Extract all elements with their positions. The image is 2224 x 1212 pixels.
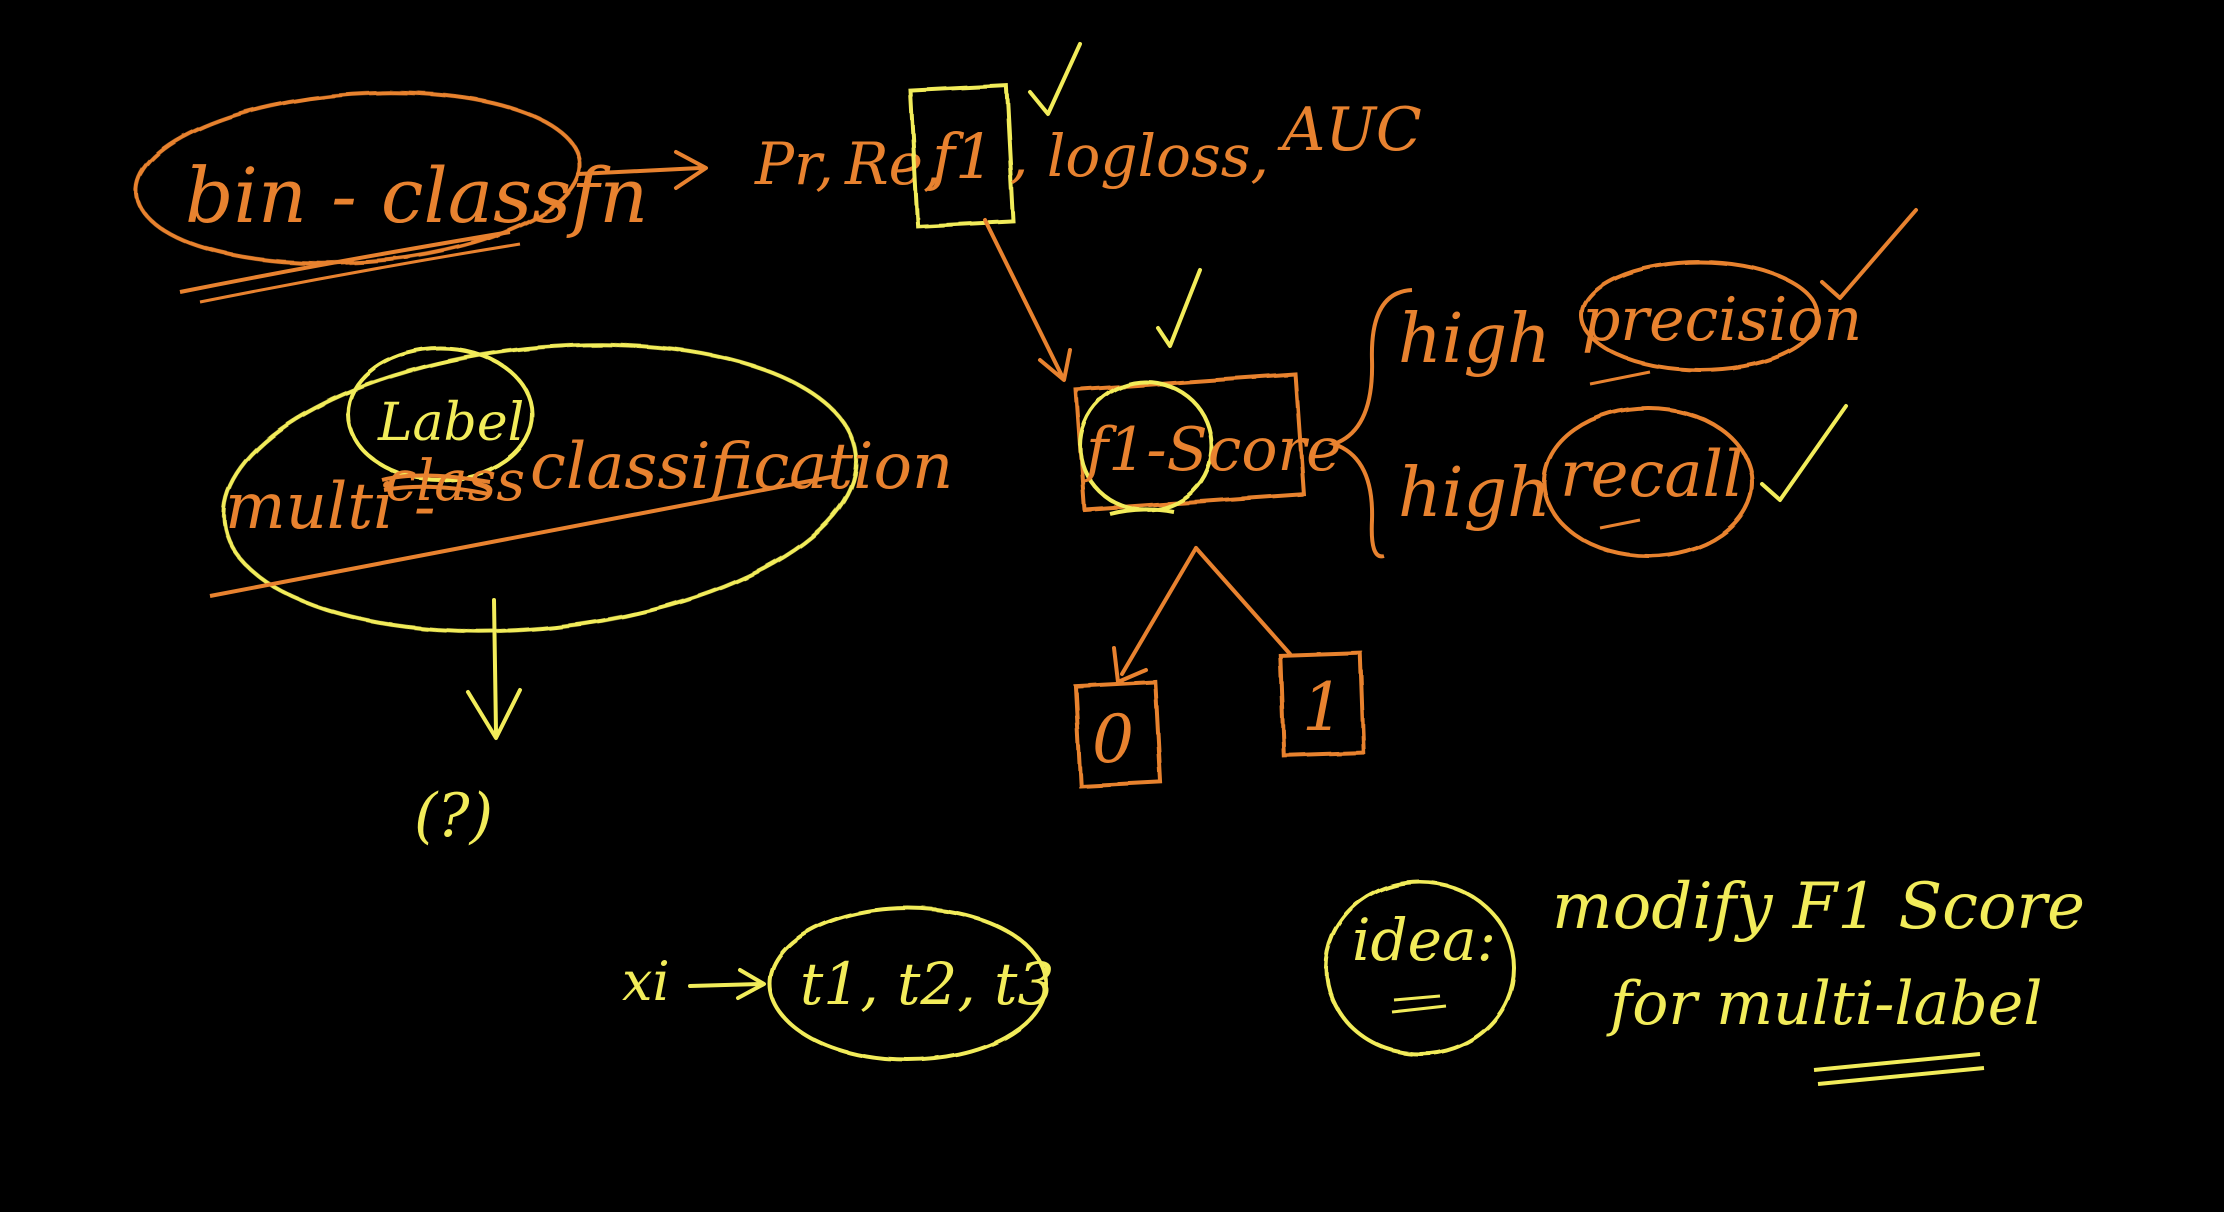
f1score-text: f1-Score — [1082, 415, 1342, 485]
label-text: Label — [377, 393, 524, 453]
branch-1-text: 1 — [1302, 669, 1344, 746]
idea-text: idea: — [1352, 906, 1496, 974]
tags-text: t1, t2, t3 — [800, 950, 1054, 1018]
arrow-to-question — [466, 598, 522, 740]
precision-underline — [1589, 370, 1651, 386]
bin-classfn-underline — [179, 230, 511, 294]
high-text-1: high — [1398, 300, 1551, 379]
recall-underline — [1599, 518, 1641, 530]
metric-logloss: , logloss, — [1010, 122, 1269, 190]
bin-classfn-text: bin - classfn — [185, 151, 648, 240]
idea-underline — [1391, 994, 1447, 1014]
modify-text: modify F1 Score — [1552, 870, 2085, 944]
metric-pr: Pr, — [754, 130, 834, 198]
f1score-checkmark — [1156, 268, 1202, 348]
tree-right-branch — [1194, 546, 1292, 656]
branch-0-text: 0 — [1092, 701, 1134, 778]
f1-checkmark — [1028, 42, 1082, 116]
precision-text: precision — [1582, 285, 1862, 355]
arrow-xi-to-tags — [688, 968, 766, 1000]
bin-classfn-underline-2 — [199, 242, 521, 304]
arrow-f1-to-f1score — [983, 218, 1072, 382]
class-struck-text: class — [385, 449, 525, 514]
xi-text: xi — [622, 950, 670, 1013]
metric-auc: AUC — [1277, 95, 1422, 165]
for-multi-label-text: for multi-label — [1606, 969, 2042, 1039]
tree-left-branch — [1112, 546, 1198, 684]
metric-f1: f1 — [928, 120, 994, 193]
metric-re: Re, — [844, 130, 941, 198]
multi-label-underline — [1813, 1052, 1985, 1086]
recall-checkmark — [1760, 404, 1848, 502]
question-text: (?) — [414, 781, 493, 851]
high-text-2: high — [1398, 454, 1551, 533]
recall-text: recall — [1560, 438, 1743, 512]
whiteboard-canvas: bin - classfn Pr, Re, f1 , logloss, AUC … — [134, 42, 2085, 1086]
